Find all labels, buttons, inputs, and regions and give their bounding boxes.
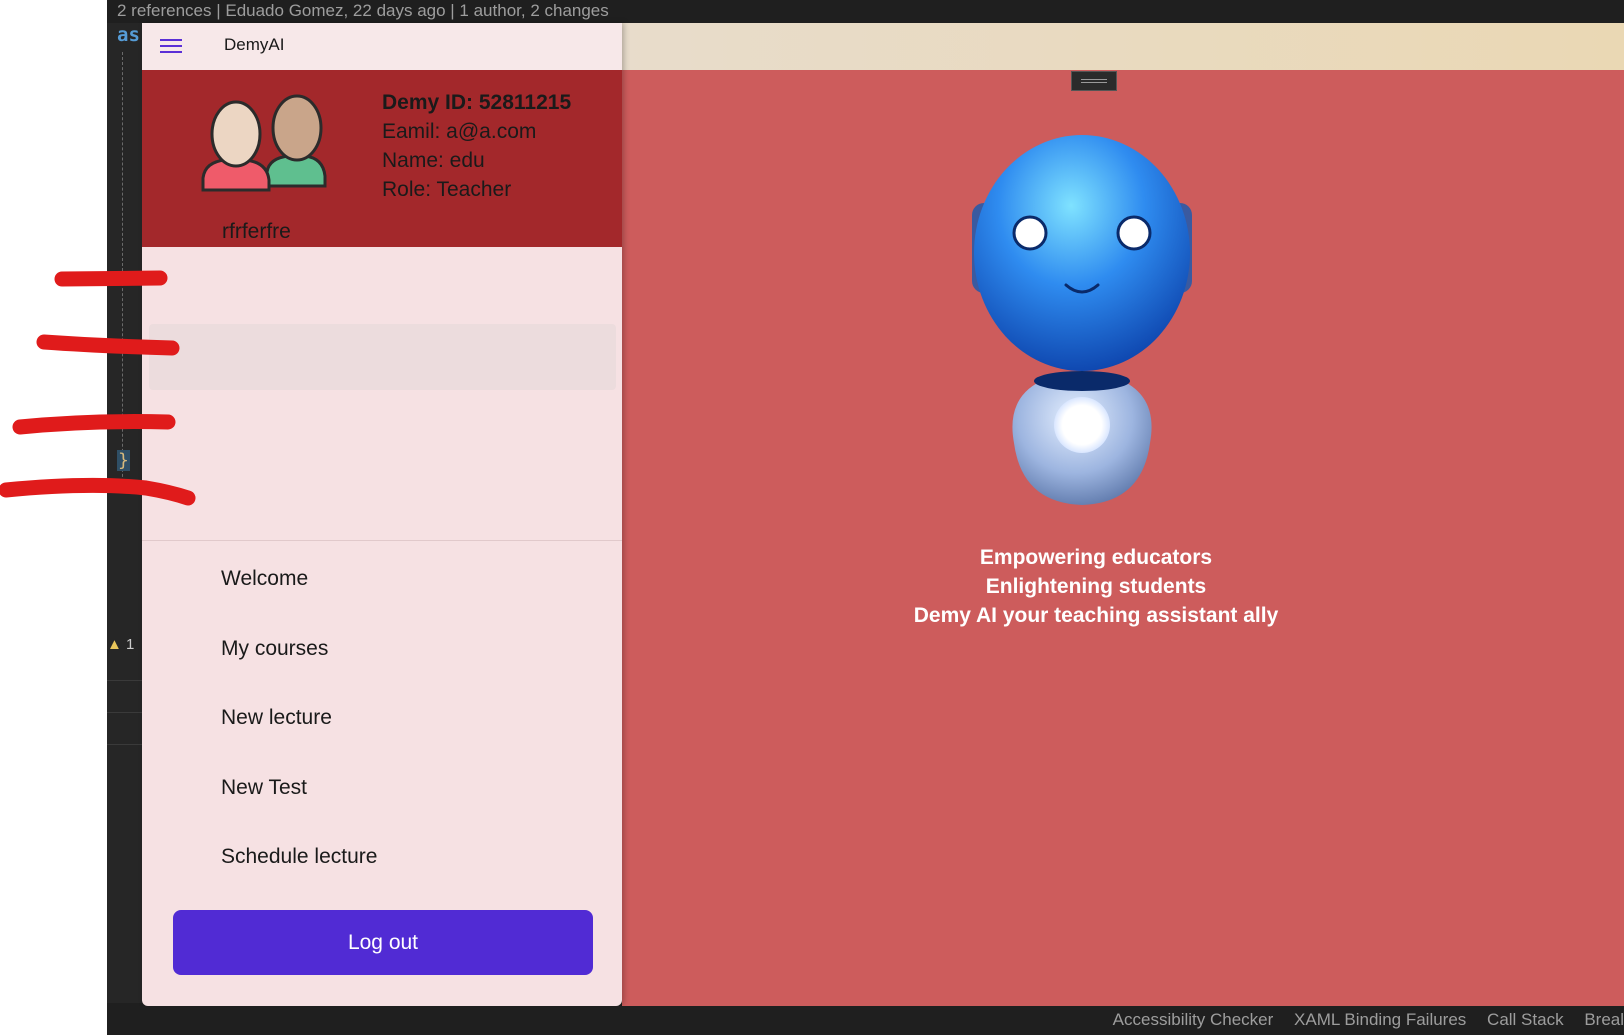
hidden-menu-item[interactable] xyxy=(149,324,616,390)
profile-role: Role: Teacher xyxy=(382,178,512,201)
nav-item-label: Schedule lecture xyxy=(221,845,378,868)
nav-item-welcome[interactable]: Welcome xyxy=(142,550,622,614)
gutter-separator xyxy=(107,744,143,745)
nav-item-schedule-lecture[interactable]: Schedule lecture xyxy=(142,828,622,892)
bottom-tabs: Accessibility Checker XAML Binding Failu… xyxy=(1097,1010,1624,1030)
warning-icon: ▲ xyxy=(107,636,122,653)
nav-item-new-lecture[interactable]: New lecture xyxy=(142,689,622,753)
robot-mascot-icon xyxy=(972,135,1192,505)
tab-xaml-binding-failures[interactable]: XAML Binding Failures xyxy=(1294,1010,1466,1029)
drag-handle[interactable] xyxy=(1071,71,1117,91)
profile-name: rfrferfre xyxy=(222,220,291,243)
warning-indicator[interactable]: ▲ 1 xyxy=(107,636,134,653)
profile-user-name: Name: edu xyxy=(382,149,485,172)
app-bar xyxy=(622,23,1624,70)
menu-divider xyxy=(142,540,622,541)
codelens-info[interactable]: 2 references | Eduado Gomez, 22 days ago… xyxy=(117,0,609,22)
flyout-header: DemyAI xyxy=(142,23,622,71)
demy-id: Demy ID: 52811215 xyxy=(382,91,572,114)
hamburger-icon[interactable] xyxy=(160,36,182,56)
tagline-line: Demy AI your teaching assistant ally xyxy=(913,604,1279,627)
tagline-line: Enlightening students xyxy=(985,575,1207,598)
code-brace: } xyxy=(117,450,130,471)
tagline-line: Empowering educators xyxy=(979,546,1213,569)
tab-accessibility-checker[interactable]: Accessibility Checker xyxy=(1113,1010,1274,1029)
gutter-separator xyxy=(107,680,143,681)
code-fragment: as xyxy=(117,24,140,46)
nav-item-label: Welcome xyxy=(221,567,309,590)
gutter-separator xyxy=(107,712,143,713)
logout-button[interactable]: Log out xyxy=(173,910,593,975)
nav-item-label: My courses xyxy=(221,637,329,660)
nav-item-new-test[interactable]: New Test xyxy=(142,759,622,823)
indent-guide xyxy=(122,52,123,492)
ide-status-bar: Accessibility Checker XAML Binding Failu… xyxy=(107,1006,1624,1035)
nav-item-label: New Test xyxy=(221,776,307,799)
tab-call-stack[interactable]: Call Stack xyxy=(1487,1010,1564,1029)
editor-gutter xyxy=(107,23,142,1003)
warning-count: 1 xyxy=(126,636,135,653)
users-avatar-icon xyxy=(201,94,327,192)
tagline: Empowering educators Enlightening studen… xyxy=(622,543,1570,630)
profile-email: Eamil: a@a.com xyxy=(382,120,537,143)
tab-breakpoints[interactable]: Breal xyxy=(1584,1010,1624,1029)
profile-details: Demy ID: 52811215 Eamil: a@a.com Name: e… xyxy=(382,88,571,204)
app-title: DemyAI xyxy=(224,35,285,54)
main-content: Empowering educators Enlightening studen… xyxy=(622,23,1624,1006)
profile-card: rfrferfre Demy ID: 52811215 Eamil: a@a.c… xyxy=(142,70,622,247)
flyout-menu: DemyAI rfrferfre Demy ID: 52811215 Eamil… xyxy=(142,23,622,1006)
nav-item-label: New lecture xyxy=(221,706,332,729)
nav-item-my-courses[interactable]: My courses xyxy=(142,620,622,684)
